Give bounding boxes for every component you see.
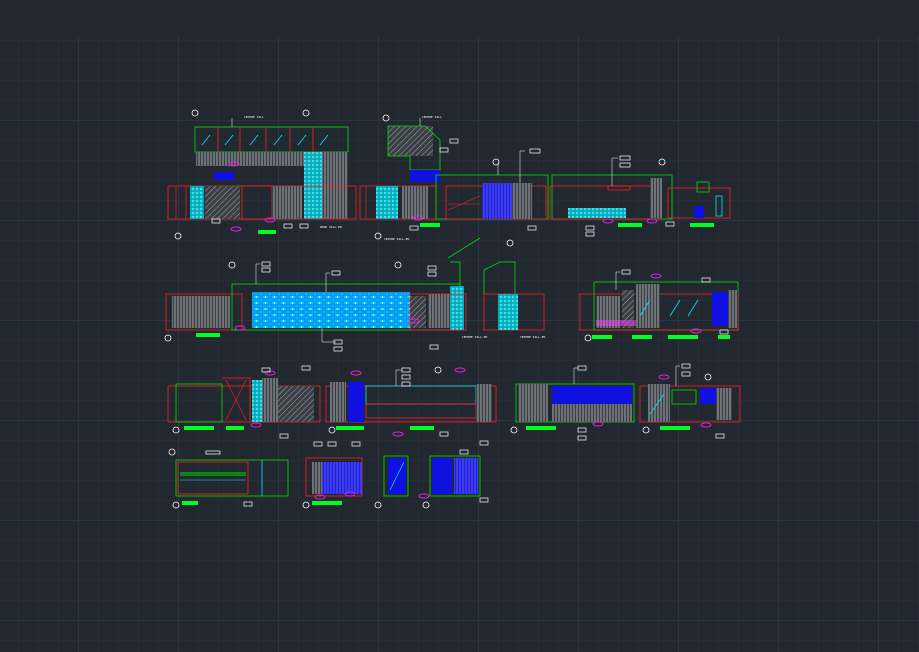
elevation-10 xyxy=(515,383,635,423)
elevation-5 xyxy=(165,237,481,331)
elevation-7 xyxy=(579,281,739,331)
note-text: CENTRE SILL xyxy=(422,115,442,119)
elevation-13 xyxy=(305,455,481,497)
elevation-6 xyxy=(483,261,545,331)
note-text: CENTRE SILL-PR xyxy=(384,237,409,241)
cad-drawing-canvas[interactable]: CENTRE SILL WOOD SILL-PR CENTRE SILL CEN… xyxy=(0,36,919,652)
elevation-1 xyxy=(167,126,357,220)
top-toolbar-area xyxy=(0,0,919,36)
elevation-8 xyxy=(167,377,321,423)
note-text: WOOD SILL-PR xyxy=(320,225,342,229)
note-text: CENTRE SILL xyxy=(244,115,264,119)
elevation-sheet: CENTRE SILL WOOD SILL-PR CENTRE SILL CEN… xyxy=(164,109,741,509)
note-text: CENTRE SILL-PR xyxy=(462,335,487,339)
elevation-12 xyxy=(175,459,289,497)
elevation-2 xyxy=(359,125,441,220)
elevation-4 xyxy=(549,174,731,220)
elevation-9 xyxy=(325,382,497,423)
elevation-11 xyxy=(639,384,741,423)
note-text: CENTRE SILL-PR xyxy=(520,335,545,339)
elevation-3 xyxy=(435,174,549,220)
